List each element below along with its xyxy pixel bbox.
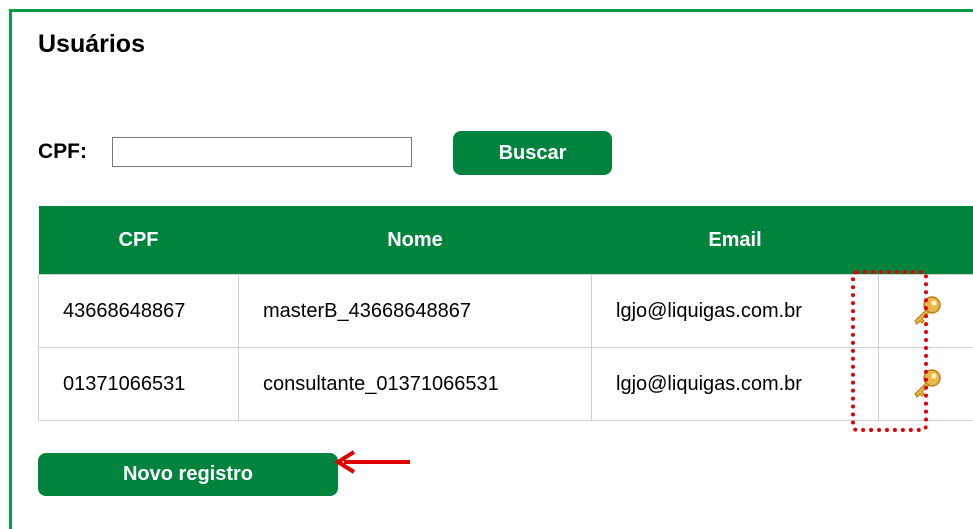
cell-nome: consultante_01371066531 [239, 348, 592, 421]
cell-email: lgjo@liquigas.com.br [592, 348, 879, 421]
table-row: 43668648867 masterB_43668648867 lgjo@liq… [39, 275, 973, 348]
page-title: Usuários [38, 30, 145, 59]
column-header-nome: Nome [239, 206, 592, 275]
cell-actions [879, 348, 973, 421]
column-header-cpf: CPF [39, 206, 239, 275]
table-header-row: CPF Nome Email [39, 206, 973, 275]
cell-actions [879, 275, 973, 348]
column-header-actions [879, 206, 973, 275]
column-header-email: Email [592, 206, 879, 275]
search-button[interactable]: Buscar [453, 131, 612, 175]
cell-cpf: 01371066531 [39, 348, 239, 421]
users-table: CPF Nome Email 43668648867 masterB_43668… [38, 206, 973, 421]
table-row: 01371066531 consultante_01371066531 lgjo… [39, 348, 973, 421]
cell-nome: masterB_43668648867 [239, 275, 592, 348]
key-icon[interactable] [908, 293, 944, 329]
new-record-button[interactable]: Novo registro [38, 453, 338, 496]
cpf-search-input[interactable] [112, 137, 412, 167]
key-icon[interactable] [908, 366, 944, 402]
cpf-label: CPF: [38, 140, 87, 164]
cell-email: lgjo@liquigas.com.br [592, 275, 879, 348]
annotation-arrow-icon [330, 449, 412, 475]
cell-cpf: 43668648867 [39, 275, 239, 348]
